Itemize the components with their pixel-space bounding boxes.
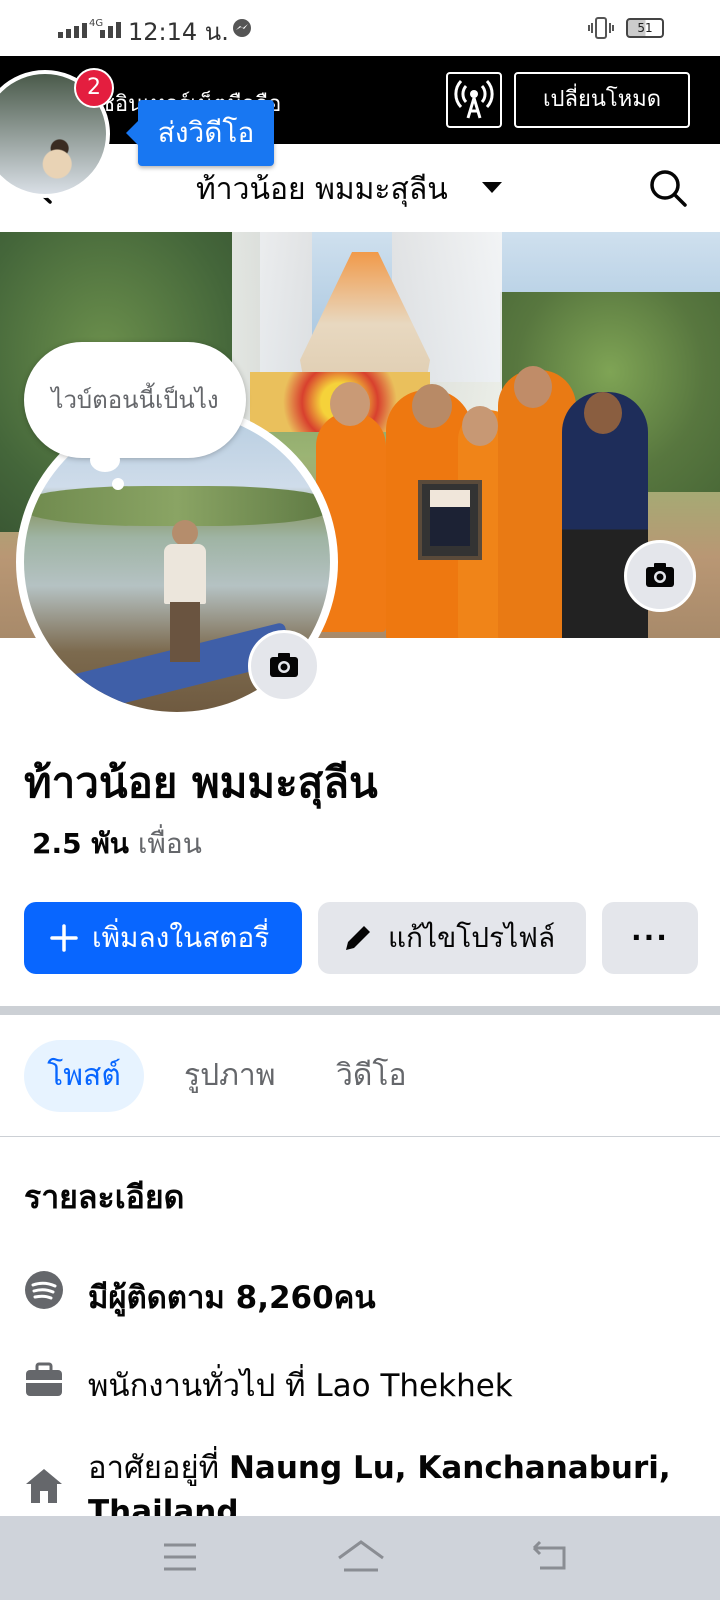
cover-head-3 [462, 406, 498, 446]
followers-row[interactable]: มีผู้ติดตาม 8,260คน [88, 1272, 376, 1322]
notification-badge: 2 [74, 68, 114, 108]
tabs-divider [0, 1136, 720, 1137]
cover-head-1 [330, 382, 370, 426]
more-options-button[interactable]: ··· [602, 902, 698, 974]
vibrate-icon [588, 17, 614, 39]
section-divider [0, 1006, 720, 1015]
back-nav-icon[interactable] [530, 1540, 570, 1572]
edit-profile-label: แก้ไขโปรไฟล์ [388, 921, 556, 954]
home-icon [26, 1469, 62, 1503]
cover-portrait-frame [418, 480, 482, 560]
cover-camera-button[interactable] [624, 540, 696, 612]
system-nav-bar [0, 1516, 720, 1600]
profile-camera-button[interactable] [248, 630, 320, 702]
clock: 12:14 น. [128, 18, 229, 46]
plus-icon [50, 924, 78, 952]
camera-icon [270, 653, 298, 677]
signal-icon: 4G [58, 18, 121, 38]
work-row: พนักงานทั่วไป ที่ Lao Thekhek [88, 1368, 513, 1404]
pencil-icon [346, 926, 370, 950]
cover-head-2 [412, 384, 452, 428]
tab-videos[interactable]: วิดีโอ [336, 1040, 406, 1112]
profile-header: ท้าวน้อย พมมะสุลีน [0, 144, 720, 233]
briefcase-icon [26, 1362, 62, 1396]
note-tail-small [112, 478, 124, 490]
tooltip-arrow [126, 121, 138, 145]
home-nav-icon[interactable] [336, 1538, 386, 1574]
tab-posts[interactable]: โพสต์ [24, 1040, 144, 1112]
add-to-story-label: เพิ่มลงในสตอรี่ [92, 921, 270, 954]
switch-mode-button[interactable]: เปลี่ยนโหมด [514, 72, 690, 128]
photo-person-shirt [164, 544, 206, 604]
add-to-story-button[interactable]: เพิ่มลงในสตอรี่ [24, 902, 302, 974]
messenger-icon [233, 19, 251, 37]
details-heading: รายละเอียด [24, 1178, 185, 1216]
friend-count-label: เพื่อน [137, 827, 202, 860]
broadcast-icon [454, 79, 494, 119]
camera-icon [646, 563, 674, 587]
cover-head-5 [584, 392, 622, 434]
live-button[interactable] [446, 72, 502, 128]
tooltip-label: ส่งวิดีโอ [157, 116, 255, 149]
header-title[interactable]: ท้าวน้อย พมมะสุลีน [196, 166, 448, 213]
battery-icon: 51 [626, 18, 664, 38]
profile-name: ท้าวน้อย พมมะสุลีน [24, 758, 378, 807]
photo-person-head [172, 520, 198, 546]
edit-profile-button[interactable]: แก้ไขโปรไฟล์ [318, 902, 586, 974]
network-label: 4G [89, 18, 103, 29]
menu-icon[interactable] [162, 1542, 198, 1572]
note-bubble[interactable]: ไวบ์ตอนนี้เป็นไง [24, 342, 246, 490]
lives-in-prefix: อาศัยอยู่ที่ [88, 1450, 229, 1486]
send-video-tooltip[interactable]: ส่งวิดีโอ [126, 100, 274, 166]
cover-head-4 [514, 366, 552, 408]
podcast-icon [25, 1271, 63, 1309]
status-bar: 4G 12:14 น. 51 [0, 0, 720, 56]
cover-portrait [430, 490, 470, 546]
note-tail-large [90, 448, 120, 472]
photo-person-pants [170, 602, 200, 662]
tab-photos[interactable]: รูปภาพ [184, 1040, 276, 1112]
dropdown-caret-icon[interactable] [482, 182, 502, 193]
friend-count-value: 2.5 พัน [32, 827, 129, 860]
search-icon[interactable] [648, 168, 688, 208]
note-text: ไวบ์ตอนนี้เป็นไง [51, 386, 219, 414]
photo-treeline [24, 486, 330, 526]
friends-count[interactable]: 2.5 พัน เพื่อน [32, 822, 202, 866]
